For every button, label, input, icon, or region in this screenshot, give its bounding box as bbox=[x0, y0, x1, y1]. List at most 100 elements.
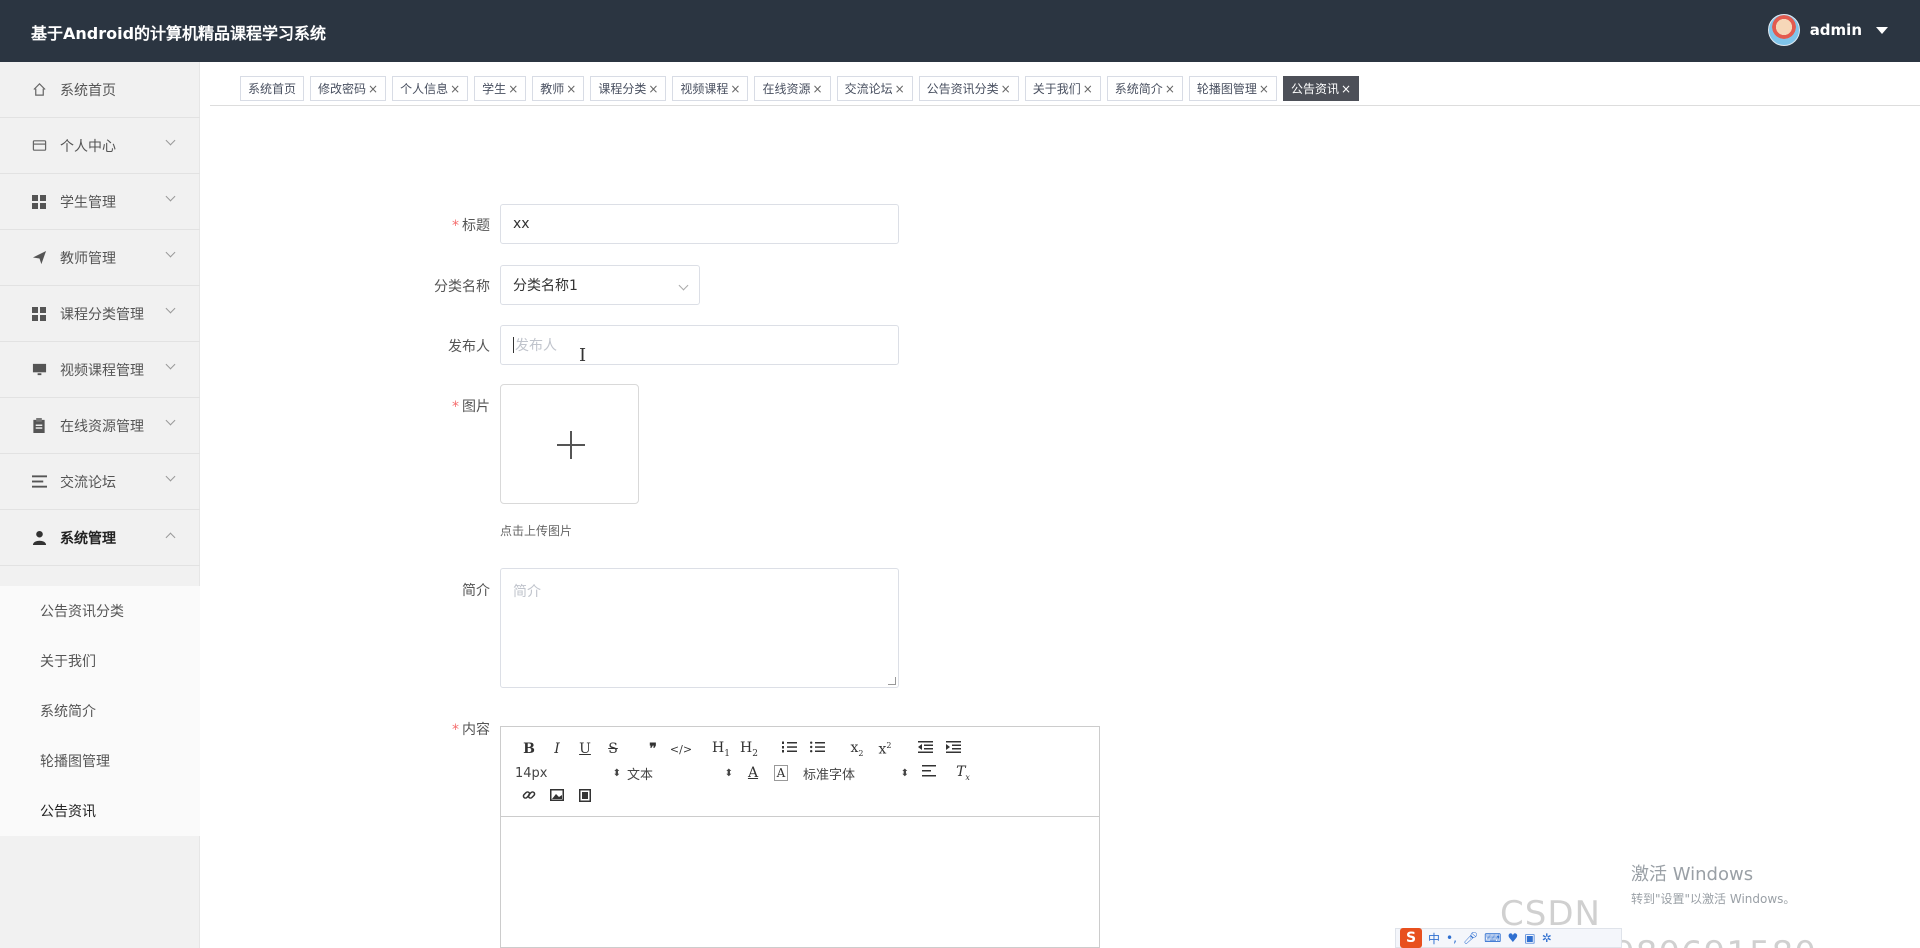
microphone-icon[interactable]: 🎤︎ bbox=[1463, 931, 1478, 945]
sidebar-item-students[interactable]: 学生管理 bbox=[0, 174, 200, 230]
avatar[interactable] bbox=[1767, 14, 1800, 46]
font-color-icon[interactable]: A bbox=[739, 765, 767, 781]
clear-format-icon[interactable]: Tx bbox=[949, 764, 977, 782]
tab-10[interactable]: 关于我们 × bbox=[1024, 76, 1101, 101]
indent-icon[interactable] bbox=[939, 741, 967, 757]
outdent-icon[interactable] bbox=[911, 741, 939, 757]
close-icon[interactable]: × bbox=[508, 82, 518, 96]
tab-13[interactable]: 公告资讯 × bbox=[1282, 76, 1360, 101]
sidebar: 系统首页 个人中心 学生管理 教师管理 课程分类管理 视频课程管理 在线资源管理… bbox=[0, 62, 200, 948]
caret-down-icon[interactable] bbox=[1876, 26, 1888, 34]
tab-12[interactable]: 轮播图管理 × bbox=[1188, 76, 1277, 101]
header-select[interactable]: 文本 ⬍ bbox=[627, 764, 739, 783]
resize-handle[interactable] bbox=[888, 677, 896, 685]
keyboard-icon[interactable]: ⌨︎ bbox=[1484, 931, 1501, 945]
intro-textarea[interactable]: 简介 bbox=[500, 568, 899, 688]
paper-plane-icon bbox=[31, 250, 47, 266]
bullet-list-icon[interactable] bbox=[803, 741, 831, 757]
close-icon[interactable]: × bbox=[895, 82, 905, 96]
close-icon[interactable]: × bbox=[1083, 82, 1093, 96]
sidebar-item-forum[interactable]: 交流论坛 bbox=[0, 454, 200, 510]
publisher-placeholder: 发布人 bbox=[515, 338, 557, 354]
font-family-select[interactable]: 标准字体 ⬍ bbox=[803, 764, 915, 783]
tab-5[interactable]: 课程分类 × bbox=[590, 76, 667, 101]
title-input[interactable]: xx bbox=[500, 204, 899, 244]
chevron-down-icon bbox=[165, 303, 176, 314]
tab-6[interactable]: 视频课程 × bbox=[672, 76, 749, 101]
punctuation-icon[interactable]: •, bbox=[1446, 931, 1457, 945]
sidebar-item-teachers[interactable]: 教师管理 bbox=[0, 230, 200, 286]
ime-language[interactable]: 中 bbox=[1428, 930, 1440, 947]
user-menu[interactable]: admin bbox=[1767, 14, 1888, 46]
image-uploader[interactable] bbox=[500, 384, 639, 504]
tab-3[interactable]: 学生 × bbox=[474, 76, 527, 101]
submenu-item-notices[interactable]: 公告资讯 bbox=[0, 786, 200, 836]
background-color-icon[interactable]: A bbox=[774, 765, 788, 781]
sidebar-item-personal-center[interactable]: 个人中心 bbox=[0, 118, 200, 174]
align-icon[interactable] bbox=[915, 765, 943, 781]
blockquote-icon[interactable]: ❞ bbox=[639, 741, 667, 757]
underline-icon[interactable]: U bbox=[571, 741, 599, 757]
sidebar-item-course-category[interactable]: 课程分类管理 bbox=[0, 286, 200, 342]
subscript-icon[interactable]: x2 bbox=[843, 740, 871, 758]
sogou-logo-icon[interactable]: S bbox=[1400, 928, 1422, 948]
sidebar-item-home[interactable]: 系统首页 bbox=[0, 62, 200, 118]
user-name[interactable]: admin bbox=[1810, 21, 1862, 39]
close-icon[interactable]: × bbox=[566, 82, 576, 96]
sidebar-item-video-course[interactable]: 视频课程管理 bbox=[0, 342, 200, 398]
video-icon[interactable] bbox=[571, 788, 599, 806]
font-family-value: 标准字体 bbox=[803, 767, 856, 783]
updown-icon: ⬍ bbox=[900, 767, 909, 779]
app-title: 基于Android的计算机精品课程学习系统 bbox=[31, 24, 327, 43]
skin-icon[interactable]: ♥︎ bbox=[1507, 931, 1518, 945]
submenu-item-system-intro[interactable]: 系统简介 bbox=[0, 686, 200, 736]
tab-7[interactable]: 在线资源 × bbox=[754, 76, 831, 101]
tab-label: 学生 bbox=[482, 82, 507, 96]
submenu-item-notice-category[interactable]: 公告资讯分类 bbox=[0, 586, 200, 636]
link-icon[interactable] bbox=[515, 788, 543, 806]
tab-11[interactable]: 系统简介 × bbox=[1106, 76, 1183, 101]
superscript-icon[interactable]: x2 bbox=[871, 741, 899, 758]
close-icon[interactable]: × bbox=[813, 82, 823, 96]
sidebar-item-online-resources[interactable]: 在线资源管理 bbox=[0, 398, 200, 454]
italic-icon[interactable]: I bbox=[543, 741, 571, 757]
strikethrough-icon[interactable]: S bbox=[599, 741, 627, 757]
tab-0[interactable]: 系统首页 bbox=[240, 76, 305, 101]
sidebar-item-label: 视频课程管理 bbox=[60, 362, 144, 379]
list-icon bbox=[31, 474, 47, 490]
toolbox-icon[interactable]: ▣ bbox=[1524, 931, 1535, 945]
publisher-input[interactable]: 发布人 bbox=[500, 325, 899, 365]
chevron-down-icon bbox=[165, 247, 176, 258]
grid-icon bbox=[31, 306, 47, 322]
tab-label: 交流论坛 bbox=[844, 82, 893, 96]
tab-2[interactable]: 个人信息 × bbox=[392, 76, 469, 101]
ordered-list-icon[interactable] bbox=[775, 741, 803, 757]
close-icon[interactable]: × bbox=[730, 82, 740, 96]
submenu-item-about-us[interactable]: 关于我们 bbox=[0, 636, 200, 686]
header-2-icon[interactable]: H2 bbox=[735, 740, 763, 759]
tab-label: 视频课程 bbox=[680, 82, 729, 96]
submenu-item-carousel[interactable]: 轮播图管理 bbox=[0, 736, 200, 786]
ime-toolbar: S 中 •, 🎤︎ ⌨︎ ♥︎ ▣ ✲ bbox=[1395, 928, 1622, 948]
close-icon[interactable]: × bbox=[648, 82, 658, 96]
close-icon[interactable]: × bbox=[1165, 82, 1175, 96]
code-block-icon[interactable]: </> bbox=[667, 743, 695, 756]
image-icon[interactable] bbox=[543, 789, 571, 805]
close-icon[interactable]: × bbox=[1341, 82, 1351, 96]
close-icon[interactable]: × bbox=[450, 82, 460, 96]
close-icon[interactable]: × bbox=[1001, 82, 1011, 96]
sidebar-item-system-management[interactable]: 系统管理 bbox=[0, 510, 200, 566]
category-select[interactable]: 分类名称1 bbox=[500, 265, 700, 305]
image-label: * 图片 bbox=[452, 399, 490, 415]
tab-1[interactable]: 修改密码 × bbox=[310, 76, 387, 101]
tab-8[interactable]: 交流论坛 × bbox=[836, 76, 913, 101]
font-size-select[interactable]: 14px ⬍ bbox=[515, 766, 627, 781]
tab-4[interactable]: 教师 × bbox=[532, 76, 585, 101]
sidebar-item-label: 学生管理 bbox=[60, 194, 116, 211]
close-icon[interactable]: × bbox=[1259, 82, 1269, 96]
bold-icon[interactable]: B bbox=[515, 741, 543, 757]
header-1-icon[interactable]: H1 bbox=[707, 740, 735, 759]
tab-9[interactable]: 公告资讯分类 × bbox=[918, 76, 1019, 101]
close-icon[interactable]: × bbox=[368, 82, 378, 96]
settings-icon[interactable]: ✲ bbox=[1542, 931, 1552, 945]
